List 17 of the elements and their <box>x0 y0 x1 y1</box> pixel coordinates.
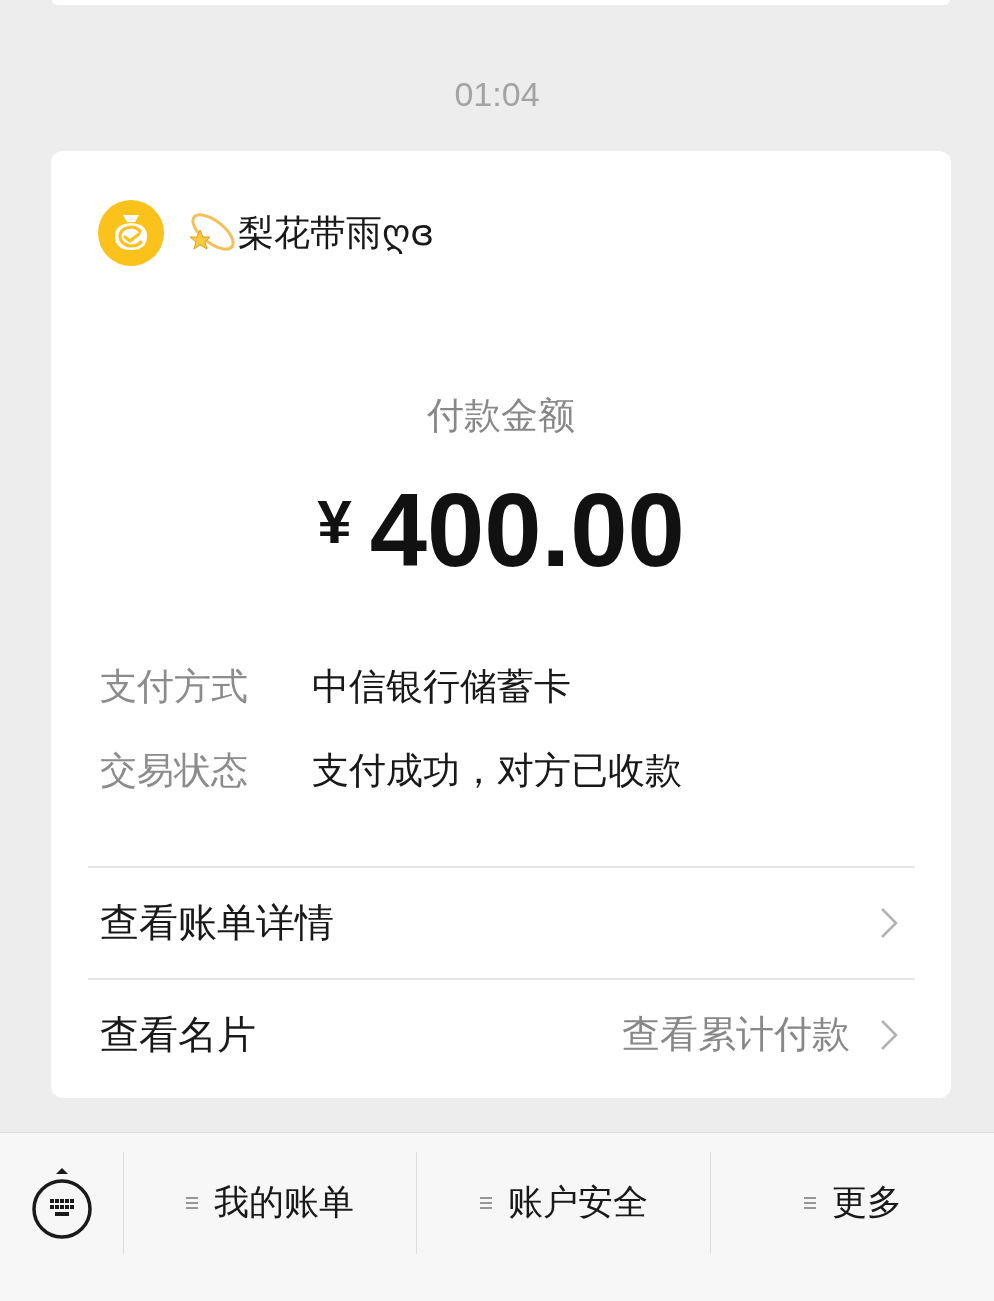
keyboard-icon[interactable] <box>30 1165 93 1240</box>
row-hint: 查看累计付款 <box>622 1011 850 1059</box>
chevron-right-icon <box>880 906 898 939</box>
menu-icon <box>803 1195 816 1210</box>
chevron-right-icon <box>880 1018 898 1051</box>
menu-icon <box>186 1195 198 1210</box>
amount-label: 付款金额 <box>427 392 575 439</box>
timestamp: 01:04 <box>454 73 540 114</box>
detail-value: 中信银行储蓄卡 <box>312 663 571 710</box>
menu-icon <box>479 1195 492 1210</box>
detail-value: 支付成功，对方已收款 <box>312 747 682 794</box>
detail-label: 交易状态 <box>100 747 248 794</box>
currency-symbol: ¥ <box>317 490 352 553</box>
money-bag-icon <box>98 199 164 266</box>
detail-label: 支付方式 <box>100 663 248 710</box>
amount-value: 400.00 <box>369 478 685 582</box>
merchant-name: 梨花带雨ღɞ <box>238 210 435 255</box>
